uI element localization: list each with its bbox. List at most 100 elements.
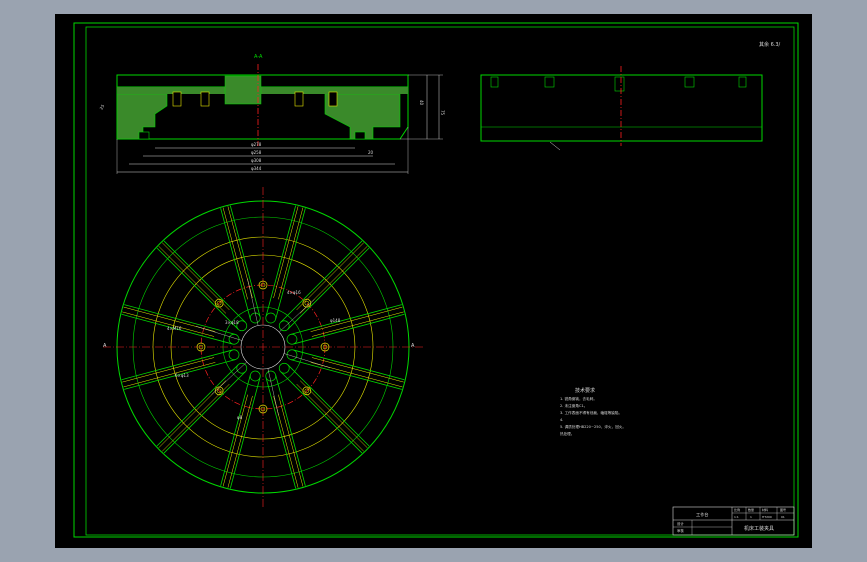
plan-view [103,187,423,507]
title-value-2: 1 [750,515,752,519]
tslot-4-end [236,362,248,374]
bolt-label-1: 4×M16 [167,326,182,331]
tslot-3-end [249,370,261,382]
side-slot-3 [614,76,625,92]
side-slot-1 [490,76,499,88]
title-role-1: 设计 [677,521,684,526]
tslot-5-inner-0 [123,362,216,388]
note-line-2: 2. 未注倒角C1。 [560,403,587,408]
dim-inner: 40 [419,100,424,106]
title-value-4: 01 [781,515,785,519]
dim-d258: φ258 [251,150,262,155]
drawing-title: 机床工装夹具 [744,525,774,532]
bolt-label-5: 4×φ16 [287,290,301,295]
outer-frame [73,22,799,538]
tslot-1-end [278,362,290,374]
dim-tr: 25 [99,103,106,110]
tslot-9-inner-0 [273,206,299,299]
section-slot-3 [294,91,304,107]
tslot-3-inner-1 [222,394,248,487]
tslot-2-inner-0 [278,394,304,487]
tslot-5-inner-1 [122,357,215,383]
title-role-2: 审核 [677,528,684,533]
section-slot-2 [200,91,210,107]
tslot-9-end [265,312,277,324]
bolt-label-3: φ148 [330,318,341,323]
tslot-1-edge-1 [280,371,363,454]
bolt-hole-inner-7 [304,300,310,306]
section-base-slot-left [138,131,150,140]
cad-viewport[interactable]: 其余 6.3/ A-A φ278 φ258 φ308 φ344 75 40 25… [55,14,812,548]
notes-title: 技术要求 [575,387,595,394]
dim-d344: φ344 [251,166,262,171]
tslot-10-edge-0 [280,240,363,323]
tslot-1-inner-0 [299,380,368,448]
side-view [480,66,763,151]
note-line-6: 热处理。 [560,431,574,436]
tslot-10-edge-1 [287,247,370,330]
title-block: 工作台 设计 审核 比例 数量 材料 图号 1:1 1 HT200 01 机床工… [672,506,795,536]
side-view-plate [480,74,763,142]
title-cell-3: 材料 [762,507,768,512]
tslot-7-inner-0 [158,246,227,314]
engineering-drawing: 其余 6.3/ A-A φ278 φ258 φ308 φ344 75 40 25… [73,22,799,538]
bolt-hole-7 [302,298,312,308]
tslot-7-edge-0 [156,247,239,330]
tslot-10-inner-0 [296,242,364,311]
tslot-1-edge-0 [287,364,370,447]
tslot-1-inner-1 [296,383,364,452]
tslot-2-end [265,370,277,382]
tslot-3-inner-0 [227,395,253,488]
bolt-label-4: 6×φ13 [175,373,189,378]
hatch-top [117,87,408,94]
section-mark: A-A [254,54,263,60]
note-line-4: 4. [560,418,563,422]
note-line-3: 3. 工作表面不得有划痕，磕碰等缺陷。 [560,410,622,415]
tslot-11-end [286,333,298,345]
note-line-1: 1. 锐角倒钝，去毛刺。 [560,396,597,401]
dim-height: 75 [440,110,445,116]
title-value-1: 1:1 [734,515,739,519]
side-slot-2 [544,76,555,88]
tslot-9-inner-1 [278,207,304,300]
tslot-7-inner-1 [162,242,230,311]
view-label-left: A [103,343,107,349]
dim-d308: φ308 [251,158,262,163]
section-slot-1 [172,91,182,107]
section-view: A-A φ278 φ258 φ308 φ344 75 40 25 20 [99,54,445,174]
tslot-4-edge-0 [163,371,246,454]
leader-5 [279,299,315,333]
title-cell-1: 比例 [734,507,740,512]
tslot-7-edge-1 [163,240,246,323]
title-part-name: 工作台 [696,511,709,518]
dim-tr2: 20 [368,150,374,155]
tslot-4-edge-1 [156,364,239,447]
note-line-5: 5. 调质处理HB220~250，淬火，回火。 [560,424,626,429]
technical-notes: 技术要求 1. 锐角倒钝，去毛刺。 2. 未注倒角C1。 3. 工作表面不得有划… [560,387,626,436]
leader-2 [211,361,247,395]
roughness-note: 其余 6.3/ [759,41,781,48]
dim-d278: φ278 [251,142,262,147]
view-label-right: A [411,343,415,349]
tslot-4-inner-0 [162,383,230,452]
title-value-3: HT200 [762,515,772,519]
bolt-label-6: φ8 [237,415,243,420]
bolt-label-2: 3×φ18 [225,320,239,325]
tslot-5-end [228,349,240,361]
side-slot-4 [684,76,695,88]
inner-frame [85,26,795,536]
section-base-slot-right [354,131,366,140]
tslot-0-inner-0 [311,357,404,383]
tslot-10-end [278,320,290,332]
tslot-8-inner-0 [222,207,248,300]
side-slot-5 [738,76,747,88]
title-cell-2: 数量 [748,507,754,512]
tslot-6-inner-0 [122,311,215,337]
section-slot-4 [328,91,338,107]
title-cell-4: 图号 [780,507,786,512]
hatch-center [224,75,262,105]
tslot-8-end [249,312,261,324]
tslot-11-inner-1 [311,311,404,337]
tslot-11-inner-0 [310,306,403,332]
section-top-plate [116,74,409,88]
